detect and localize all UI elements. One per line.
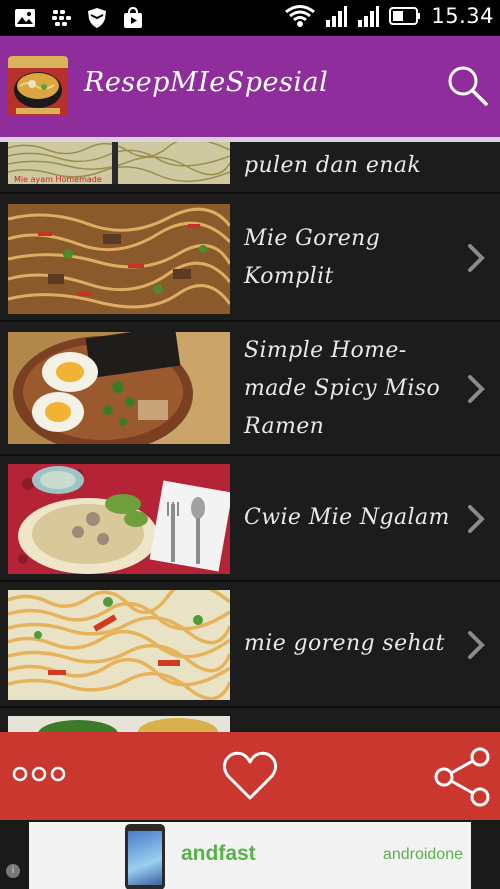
recipe-thumbnail [8, 590, 230, 700]
ad-info-icon[interactable]: i [6, 864, 20, 878]
search-icon[interactable] [446, 64, 490, 108]
recipe-title: Cwie Mie Ngalam [244, 505, 450, 530]
battery-icon [389, 7, 421, 25]
status-bar: 15.34 [0, 0, 500, 36]
list-item[interactable]: Simple Home-made Spicy Miso Ramen [0, 322, 500, 456]
chevron-right-icon [468, 631, 485, 659]
recipe-thumbnail [8, 464, 230, 574]
recipe-list[interactable]: Mie ayam Homemade pulen dan enak Mie Gor… [0, 142, 500, 732]
list-item[interactable]: Mie ayam Homemade pulen dan enak [0, 142, 500, 194]
system-status: 15.34 [285, 4, 494, 28]
image-icon [15, 9, 35, 27]
clock: 15.34 [431, 4, 494, 28]
list-item[interactable]: Mie Goreng Komplit [0, 194, 500, 322]
chevron-right-icon [468, 505, 485, 533]
wifi-icon [285, 5, 316, 27]
noodle-bowl-logo[interactable] [8, 56, 68, 116]
shield-icon [88, 8, 106, 28]
ad-banner-area: i andfast androidone [0, 820, 500, 889]
chevron-right-icon [468, 375, 485, 403]
ad-brand-right: androidone [382, 846, 463, 863]
app-bar: ResepMIeSpesial [0, 36, 500, 137]
more-dots-icon[interactable] [12, 762, 68, 786]
phone-image [125, 824, 165, 889]
signal-icon [326, 6, 348, 27]
share-icon[interactable] [430, 746, 494, 808]
list-item[interactable]: Cwie Mie Ngalam [0, 456, 500, 582]
recipe-thumbnail [8, 716, 230, 732]
recipe-title: Mie Goreng Komplit [244, 226, 381, 289]
recipe-thumbnail [8, 332, 230, 444]
app-title: ResepMIeSpesial [84, 67, 329, 98]
bbm-icon [52, 10, 71, 26]
bottom-action-bar [0, 732, 500, 820]
list-item[interactable]: mie goreng sehat [0, 582, 500, 708]
recipe-title: Simple Home-made Spicy Miso Ramen [244, 338, 441, 439]
heart-icon[interactable] [222, 750, 278, 802]
ad-brand-left: andfast [181, 842, 256, 865]
recipe-thumbnail [8, 204, 230, 314]
ad-banner[interactable]: andfast androidone [29, 822, 471, 889]
list-item[interactable] [0, 708, 500, 732]
recipe-thumbnail: Mie ayam Homemade [8, 142, 230, 184]
signal-2-icon [358, 6, 380, 27]
notification-icons [14, 7, 144, 29]
recipe-title: mie goreng sehat [244, 631, 445, 656]
recipe-title: pulen dan enak [244, 153, 422, 178]
svg-text:Mie ayam Homemade: Mie ayam Homemade [14, 175, 102, 184]
store-icon [124, 7, 142, 28]
chevron-right-icon [468, 244, 485, 272]
